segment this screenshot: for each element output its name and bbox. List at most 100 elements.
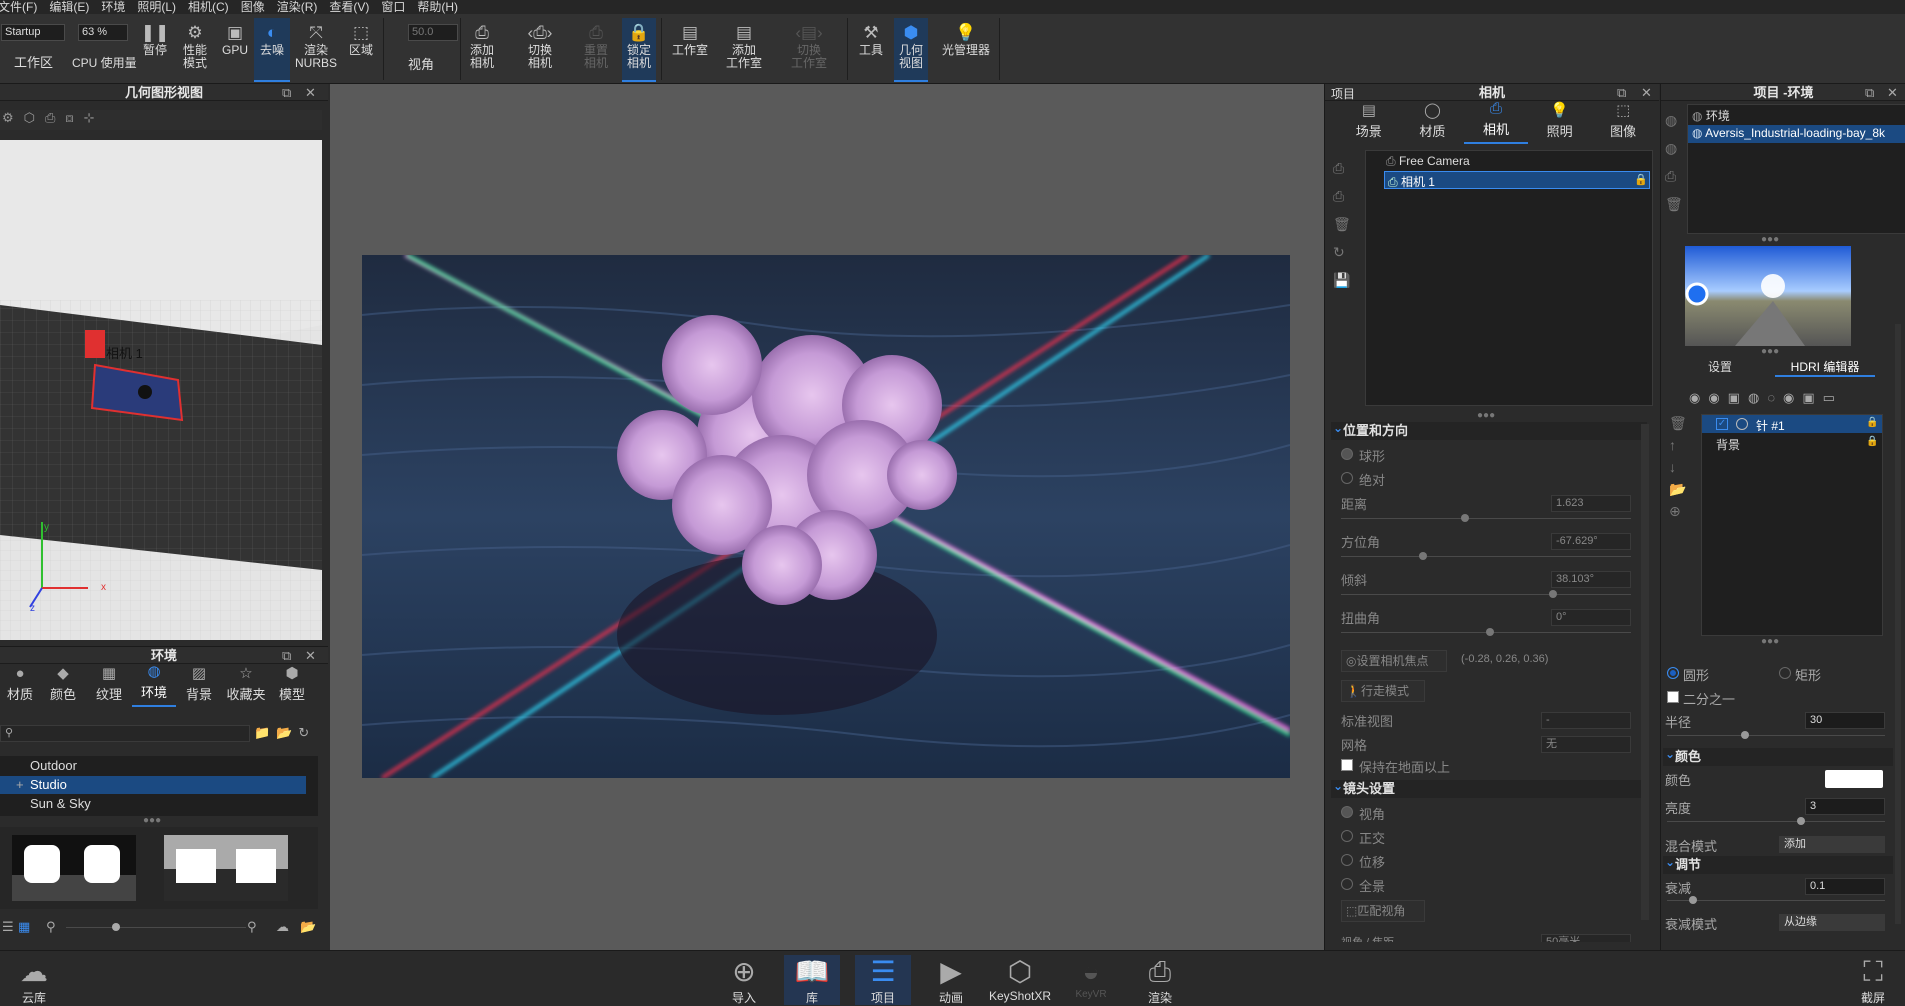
set-focus-button[interactable]: ◎设置相机焦点 [1341,650,1447,672]
main-viewport[interactable] [330,84,1324,950]
fov-focal-input[interactable]: 50毫米 [1541,934,1631,942]
blend-mode-select[interactable]: 添加 [1779,836,1885,853]
pin-visibility-checkbox[interactable]: ✓ [1716,418,1728,430]
falloff-input[interactable]: 0.1 [1805,878,1885,895]
env-tree-root[interactable]: ◍ 环境 [1692,107,1730,124]
keyvr-button[interactable]: ◒ KeyVR [1066,955,1116,1005]
menu-environment[interactable]: 环境 [95,0,131,14]
radio-ortho[interactable] [1341,830,1353,842]
geometry-view-button[interactable]: ⬢ 几何 视图 [894,18,928,82]
light-manager-button[interactable]: 💡 光管理器 [938,18,994,82]
grid-view-icon[interactable]: ▦ [18,919,30,935]
color-swatch[interactable] [1825,770,1883,788]
walk-mode-button[interactable]: 🚶行走模式 [1341,680,1425,702]
radio-shift[interactable] [1341,854,1353,866]
tab-textures[interactable]: ▦ 纹理 [86,665,132,707]
list-view-icon[interactable]: ☰ [2,919,14,935]
distance-slider[interactable] [1341,514,1631,522]
float-icon[interactable]: ⧉ [282,85,291,101]
tree-item-studio[interactable]: Studio [30,777,67,792]
menu-file[interactable]: 文件(F) [0,0,43,14]
float-icon[interactable]: ⧉ [1617,85,1626,101]
keep-above-ground-checkbox[interactable] [1341,759,1353,771]
tools-button[interactable]: ⚒ 工具 [855,18,887,82]
section-adjust[interactable]: 调节 [1663,853,1893,874]
workspace-select[interactable]: Startup [1,24,65,41]
menu-help[interactable]: 帮助(H) [411,0,464,14]
splitter-handle[interactable]: ●●● [1761,636,1779,647]
splitter-handle[interactable]: ●●● [143,815,161,826]
menu-view[interactable]: 查看(V) [323,0,375,14]
zoom-in-icon[interactable]: ⚲ [247,919,257,935]
screenshot-button[interactable]: ⛶ 截屏 [1848,955,1898,1005]
camera-item-1[interactable]: ⎙ 相机 1 [1388,173,1435,190]
radio-absolute[interactable] [1341,472,1353,484]
project-scrollbar[interactable] [1641,424,1649,920]
add-camera-button[interactable]: ⎙ 添加 相机 [464,18,500,82]
radius-slider[interactable] [1667,731,1885,739]
tab-camera[interactable]: ⎙ 相机 [1464,100,1528,144]
expand-icon[interactable]: + [16,777,24,792]
geometry-viewport[interactable] [0,140,322,640]
folder-icon[interactable]: 📂 [300,919,316,935]
radius-input[interactable]: 30 [1805,712,1885,729]
brightness-input[interactable]: 3 [1805,798,1885,815]
radio-fov[interactable] [1341,806,1353,818]
standard-view-select[interactable]: - [1541,712,1631,729]
pause-button[interactable]: ❚❚ 暂停 [140,18,170,82]
tab-materials[interactable]: ◯ 材质 [1401,102,1465,144]
import-button[interactable]: ⊕ 导入 [724,955,764,1005]
menu-edit[interactable]: 编辑(E) [43,0,95,14]
azimuth-input[interactable]: -67.629° [1551,533,1631,550]
pin-item-background[interactable]: 背景 [1716,436,1740,453]
close-icon[interactable]: ✕ [305,648,316,664]
half-checkbox[interactable] [1667,691,1679,703]
cloud-upload-icon[interactable]: ☁ [276,919,289,935]
section-lens[interactable]: 镜头设置 [1331,777,1647,798]
tab-favorites[interactable]: ☆ 收藏夹 [222,665,270,707]
tab-settings[interactable]: 设置 [1665,356,1775,377]
pin-actions[interactable]: 🗑 ↑ ↓ 📂 ⊕ [1669,412,1687,522]
tab-colors[interactable]: ◆ 颜色 [40,665,86,707]
performance-mode-button[interactable]: ⚙ 性能 模式 [178,18,212,82]
studio-thumbnail-1[interactable] [12,835,136,901]
tree-item-outdoor[interactable]: Outdoor [30,758,77,773]
camera-item-free[interactable]: ⎙ Free Camera [1386,154,1470,169]
radio-panorama[interactable] [1341,878,1353,890]
pin-item-1[interactable]: 针 #1 [1756,417,1785,434]
twist-slider[interactable] [1341,628,1631,636]
tab-backgrounds[interactable]: ▨ 背景 [176,665,222,707]
tree-item-sun-sky[interactable]: Sun & Sky [30,796,91,811]
menu-image[interactable]: 图像 [235,0,271,14]
geometry-toolbar[interactable]: ⚙⬡⎙⧈⊹ [0,110,322,130]
twist-input[interactable]: 0° [1551,609,1631,626]
env-actions[interactable]: ◍ ◍ ⎙ 🗑 [1665,106,1683,218]
cpu-usage-select[interactable]: 63 % [78,24,128,41]
reset-camera-button[interactable]: ⎙ 重置 相机 [578,18,614,82]
render-button[interactable]: ⎙ 渲染 [1135,955,1185,1005]
falloff-mode-select[interactable]: 从边缘 [1779,914,1885,931]
azimuth-slider[interactable] [1341,552,1631,560]
radio-sphere[interactable] [1341,448,1353,460]
switch-studio-button[interactable]: ‹▤› 切换 工作室 [784,18,834,82]
cloud-library-button[interactable]: ☁ 云库 [14,955,54,1005]
brightness-slider[interactable] [1667,817,1885,825]
grid-select[interactable]: 无 [1541,736,1631,753]
studio-button[interactable]: ▤ 工作室 [670,18,710,82]
float-icon[interactable]: ⧉ [282,648,291,664]
menu-window[interactable]: 窗口 [375,0,411,14]
denoise-button[interactable]: ◐ 去噪 [254,18,290,82]
library-button[interactable]: 📖 库 [784,955,840,1005]
tab-image[interactable]: ⬚ 图像 [1591,102,1655,144]
close-icon[interactable]: ✕ [1887,85,1898,101]
keyshotxr-button[interactable]: ⬡ KeyShotXR [989,955,1051,1005]
zoom-out-icon[interactable]: ⚲ [46,919,56,935]
incline-input[interactable]: 38.103° [1551,571,1631,588]
lock-icon[interactable]: 🔒 [1866,417,1878,428]
render-nurbs-button[interactable]: ⤧ 渲染 NURBS [295,18,337,82]
tab-materials[interactable]: ● 材质 [0,665,40,707]
shape-rect-radio[interactable] [1779,667,1791,679]
match-fov-button[interactable]: ⬚匹配视角 [1341,900,1425,922]
camera-actions[interactable]: ⎙ ⎙ 🗑 ↻ 💾 [1333,154,1351,294]
render-view[interactable] [362,255,1290,778]
